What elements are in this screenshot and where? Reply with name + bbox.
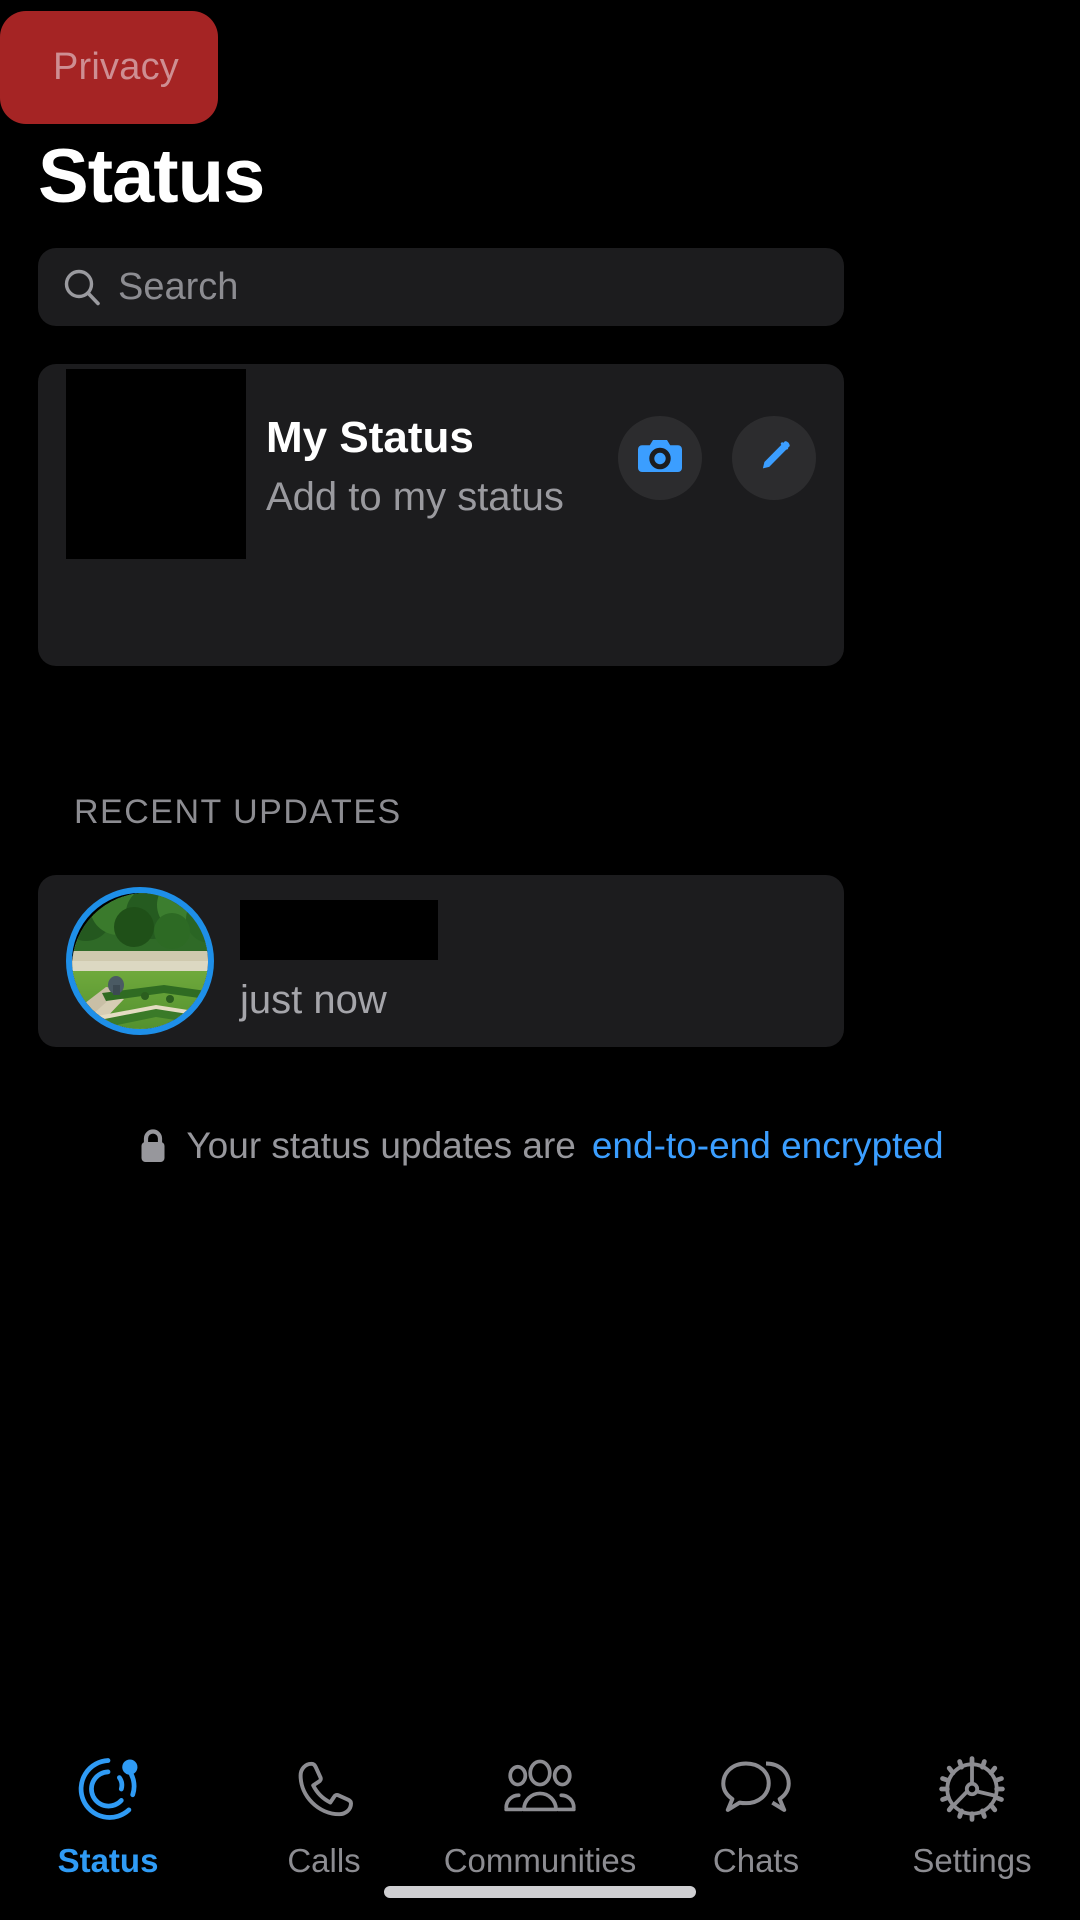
- tab-communities[interactable]: Communities: [440, 1746, 640, 1880]
- status-update-texts: just now: [240, 899, 438, 1023]
- my-status-actions: [618, 416, 816, 500]
- phone-icon: [288, 1746, 360, 1832]
- tab-calls-label: Calls: [287, 1842, 361, 1879]
- status-avatar-photo: [72, 893, 208, 1029]
- tab-settings-label: Settings: [912, 1842, 1032, 1879]
- search-placeholder: Search: [118, 265, 239, 308]
- encryption-link[interactable]: end-to-end encrypted: [592, 1125, 944, 1167]
- tab-status-label: Status: [57, 1842, 159, 1879]
- encryption-notice: Your status updates are end-to-end encry…: [0, 1125, 1080, 1167]
- chat-bubbles-icon: [716, 1746, 796, 1832]
- my-status-row[interactable]: My Status Add to my status: [38, 364, 844, 666]
- search-input[interactable]: Search: [38, 248, 844, 326]
- privacy-back-label: Privacy: [53, 46, 179, 88]
- privacy-back-button[interactable]: Privacy: [0, 11, 218, 124]
- gear-icon: [934, 1746, 1010, 1832]
- search-icon: [62, 267, 102, 307]
- status-ring-icon: [70, 1746, 146, 1832]
- my-status-title: My Status: [266, 413, 474, 462]
- camera-icon: [636, 434, 684, 483]
- tab-chats[interactable]: Chats: [656, 1746, 856, 1880]
- my-status-texts: My Status Add to my status: [266, 412, 564, 520]
- page-title: Status: [38, 134, 265, 219]
- tab-settings[interactable]: Settings: [872, 1746, 1072, 1880]
- home-indicator: [384, 1886, 696, 1898]
- status-update-list: just now: [38, 875, 844, 1047]
- camera-button[interactable]: [618, 416, 702, 500]
- pencil-icon: [751, 433, 797, 484]
- tab-chats-label: Chats: [712, 1842, 800, 1879]
- compose-button[interactable]: [732, 416, 816, 500]
- status-avatar-ring: [66, 887, 214, 1035]
- my-status-subtitle: Add to my status: [266, 474, 564, 519]
- communities-icon: [500, 1746, 580, 1832]
- encryption-text: Your status updates are: [186, 1125, 576, 1166]
- recent-updates-header: RECENT UPDATES: [74, 793, 402, 831]
- lock-icon: [136, 1126, 170, 1166]
- tab-calls[interactable]: Calls: [224, 1746, 424, 1880]
- tab-communities-label: Communities: [443, 1842, 637, 1879]
- status-update-time: just now: [240, 977, 387, 1022]
- status-contact-name-redacted: [240, 899, 438, 960]
- tab-status[interactable]: Status: [8, 1746, 208, 1880]
- my-status-avatar-redacted: [66, 369, 246, 559]
- status-update-item[interactable]: just now: [38, 875, 844, 1047]
